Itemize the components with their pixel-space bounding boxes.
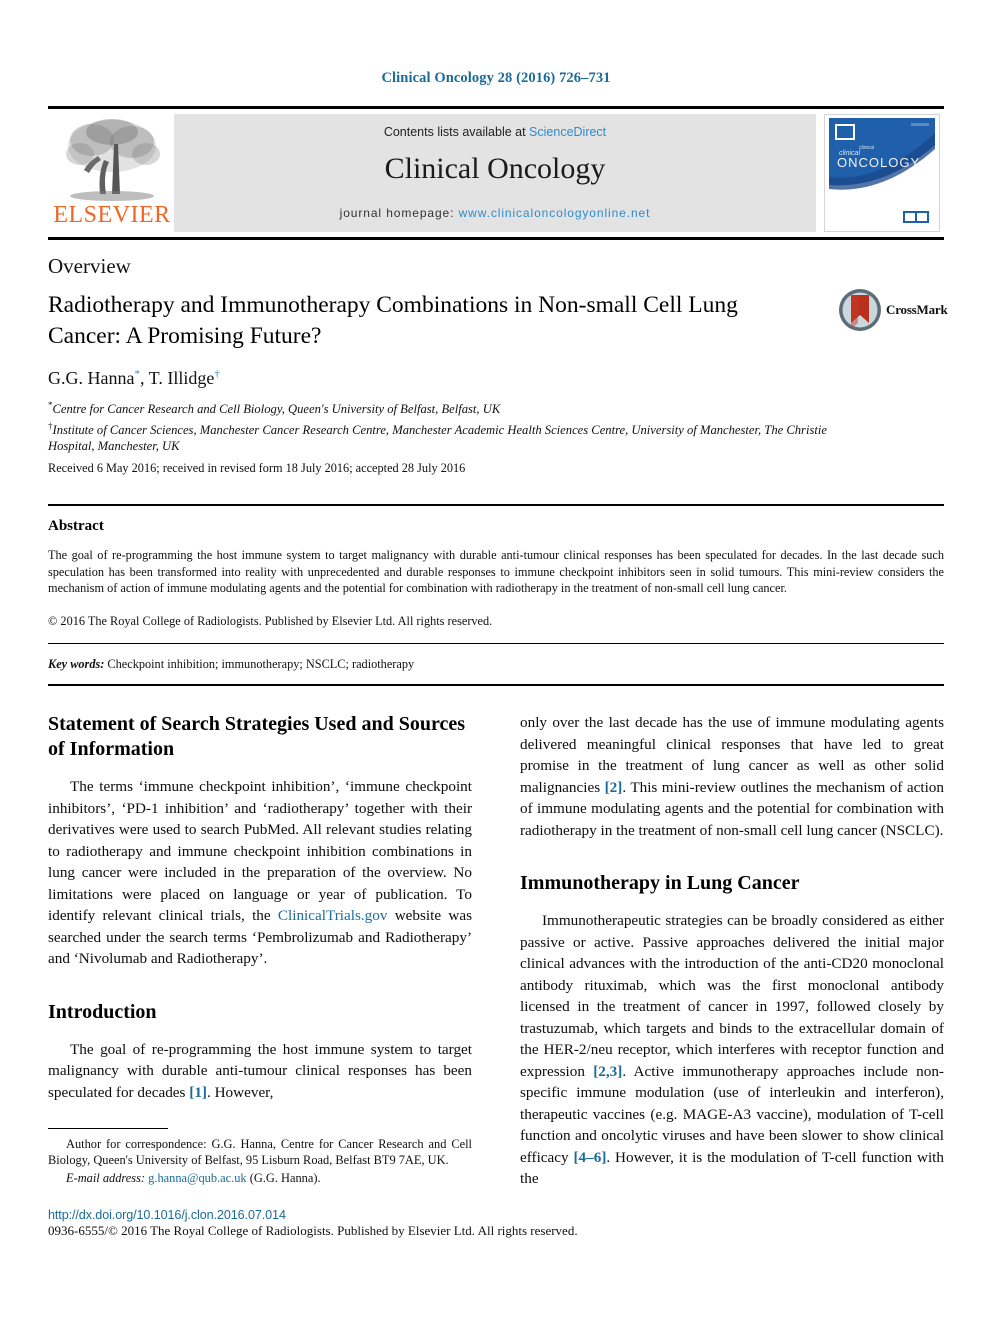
article-type: Overview (48, 254, 131, 278)
affiliation-2: †Institute of Cancer Sciences, Mancheste… (48, 418, 848, 455)
crossmark-label: CrossMark (886, 302, 948, 317)
author-name-2: T. Illidge (148, 368, 215, 388)
abstract-body: The goal of re-programming the host immu… (48, 548, 944, 596)
affiliation-1: *Centre for Cancer Research and Cell Bio… (48, 397, 848, 418)
author-2-affiliation-mark: † (214, 368, 220, 380)
issn-copyright-line: 0936-6555/© 2016 The Royal College of Ra… (48, 1223, 578, 1238)
journal-homepage-line: journal homepage: www.clinicaloncologyon… (174, 206, 816, 220)
sciencedirect-link[interactable]: ScienceDirect (529, 125, 606, 139)
masthead-top-rule (48, 106, 944, 109)
abstract-copyright: © 2016 The Royal College of Radiologists… (48, 614, 493, 628)
reference-link-1[interactable]: [1] (189, 1084, 207, 1101)
journal-masthead: ELSEVIER Contents lists available at Sci… (48, 106, 944, 240)
correspondence-text: Author for correspondence: G.G. Hanna, C… (48, 1137, 472, 1167)
clinicaltrials-link[interactable]: ClinicalTrials.gov (278, 907, 388, 924)
paragraph-search-strategies: The terms ‘immune checkpoint inhibition’… (48, 776, 472, 970)
journal-homepage-link[interactable]: www.clinicaloncologyonline.net (459, 206, 651, 220)
crossmark-icon[interactable] (838, 288, 882, 332)
email-label: E-mail address: (66, 1171, 146, 1185)
reference-link-3[interactable]: [2,3] (593, 1063, 622, 1080)
paragraph-immunotherapy-part1: Immunotherapeutic strategies can be broa… (520, 912, 944, 1080)
keywords-label: Key words: (48, 657, 105, 671)
affiliations: *Centre for Cancer Research and Cell Bio… (48, 397, 848, 455)
affiliation-2-text: Institute of Cancer Sciences, Manchester… (48, 422, 827, 454)
doi-link[interactable]: http://dx.doi.org/10.1016/j.clon.2016.07… (48, 1208, 668, 1222)
section-heading-search-strategies: Statement of Search Strategies Used and … (48, 713, 466, 760)
contents-available-prefix: Contents lists available at (383, 125, 530, 139)
reference-link-2[interactable]: [2] (605, 779, 623, 796)
email-suffix: (G.G. Hanna). (246, 1171, 321, 1185)
svg-text:clinical: clinical (859, 145, 874, 151)
elsevier-logo: ELSEVIER (52, 114, 172, 232)
author-list: G.G. Hanna*, T. Illidge† (48, 368, 220, 388)
keywords-top-rule (48, 643, 944, 644)
paragraph-search-strategies-part1: The terms ‘immune checkpoint inhibition’… (48, 778, 472, 924)
journal-title: Clinical Oncology (384, 152, 606, 185)
svg-text:ONCOLOGY: ONCOLOGY (837, 155, 920, 170)
paragraph-immunotherapy: Immunotherapeutic strategies can be broa… (520, 910, 944, 1190)
abstract-top-rule (48, 504, 944, 506)
paragraph-introduction-continued: only over the last decade has the use of… (520, 712, 944, 841)
page-title: Radiotherapy and Immunotherapy Combinati… (48, 292, 738, 349)
body-column-left: Statement of Search Strategies Used and … (48, 712, 472, 1103)
footnote-rule (48, 1128, 168, 1129)
affiliation-1-text: Centre for Cancer Research and Cell Biol… (52, 402, 501, 417)
author-name-1: G.G. Hanna (48, 368, 135, 388)
contents-available-line: Contents lists available at ScienceDirec… (174, 125, 816, 139)
running-head: Clinical Oncology 28 (2016) 726–731 (381, 70, 611, 86)
abstract-heading: Abstract (48, 518, 104, 534)
correspondence-footnote: Author for correspondence: G.G. Hanna, C… (48, 1128, 472, 1186)
article-history: Received 6 May 2016; received in revised… (48, 461, 466, 475)
elsevier-tree-icon (66, 119, 160, 201)
email-link[interactable]: g.hanna@qub.ac.uk (148, 1171, 246, 1185)
masthead-bottom-rule (48, 237, 944, 240)
section-heading-introduction: Introduction (48, 1000, 157, 1023)
author-1-affiliation-mark: * (134, 368, 140, 380)
journal-homepage-label: journal homepage: (339, 206, 459, 220)
page-footer: http://dx.doi.org/10.1016/j.clon.2016.07… (48, 1208, 668, 1239)
crossmark-badge-group[interactable]: CrossMark (838, 288, 948, 332)
keywords-value: Checkpoint inhibition; immunotherapy; NS… (104, 657, 415, 671)
masthead-grey-band: Contents lists available at ScienceDirec… (174, 114, 816, 232)
paper-page: Clinical Oncology 28 (2016) 726–731 ELSE… (0, 0, 992, 1323)
keywords-bottom-rule (48, 684, 944, 686)
keywords: Key words: Checkpoint inhibition; immuno… (48, 657, 414, 672)
section-heading-immunotherapy-lung-cancer: Immunotherapy in Lung Cancer (520, 872, 800, 894)
reference-link-4[interactable]: [4–6] (573, 1149, 606, 1166)
body-column-right: only over the last decade has the use of… (520, 712, 944, 1190)
journal-cover-image: clinical clinical ONCOLOGY (825, 115, 939, 231)
paragraph-introduction-part2: . However, (206, 1083, 274, 1101)
journal-cover-thumbnail: clinical clinical ONCOLOGY (824, 114, 940, 232)
paragraph-introduction: The goal of re-programming the host immu… (48, 1039, 472, 1104)
email-line: E-mail address: g.hanna@qub.ac.uk (G.G. … (48, 1170, 472, 1186)
elsevier-wordmark: ELSEVIER (53, 202, 171, 228)
